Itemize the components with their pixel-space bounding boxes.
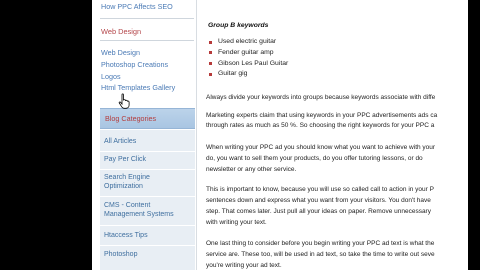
sidebar-link-html-templates-gallery[interactable]: Html Templates Gallery	[101, 83, 175, 92]
paragraph-line: service are. These too, will be used in …	[206, 251, 435, 258]
category-divider	[100, 225, 195, 226]
paragraph-line: with writing your text.	[206, 219, 267, 226]
sidebar-link-how-ppc-affects-seo[interactable]: How PPC Affects SEO	[101, 2, 173, 11]
paragraph-line: This is important to know, because you w…	[206, 186, 434, 193]
blog-categories-header: Blog Categories	[100, 108, 195, 129]
hand-pointer-icon	[118, 93, 130, 109]
keyword-item: Gibson Les Paul Guitar	[208, 60, 288, 71]
paragraph-line: One last thing to consider before you be…	[206, 240, 435, 247]
sidebar-link-logos[interactable]: Logos	[101, 72, 121, 81]
category-all-articles[interactable]: All Articles	[104, 138, 194, 147]
blog-categories-label: Blog Categories	[105, 114, 157, 123]
paragraph-line: Always divide your keywords into groups …	[206, 94, 436, 101]
sidebar-divider	[100, 18, 194, 19]
article-content: Group B keywords Used electric guitar Fe…	[206, 0, 468, 270]
sidebar: How PPC Affects SEO Web Design Web Desig…	[92, 0, 197, 270]
keyword-list: Used electric guitar Fender guitar amp G…	[208, 38, 288, 81]
paragraph-line: Marketing experts claim that using keywo…	[206, 112, 438, 119]
category-list: All Articles Pay Per Click Search Engine…	[100, 130, 195, 270]
sidebar-link-web-design[interactable]: Web Design	[101, 48, 140, 57]
paragraph-line: When writing your PPC ad you should know…	[206, 144, 436, 151]
category-divider	[100, 169, 195, 170]
category-search-engine-optimization[interactable]: Search Engine Optimization	[104, 174, 194, 191]
sidebar-heading-web-design[interactable]: Web Design	[101, 27, 141, 36]
category-divider	[100, 245, 195, 246]
category-divider	[100, 151, 195, 152]
paragraph-line: sentences down and express what you want…	[206, 197, 431, 204]
paragraph-line: you're writing your ad text.	[206, 262, 282, 269]
category-cms[interactable]: CMS - Content Management Systems	[104, 202, 194, 219]
category-photoshop[interactable]: Photoshop	[104, 251, 194, 260]
keyword-item: Guitar gig	[208, 70, 288, 81]
keyword-item: Fender guitar amp	[208, 49, 288, 60]
paragraph-line: newsletter or any other service.	[206, 166, 297, 173]
group-b-keywords-title: Group B keywords	[208, 22, 269, 29]
keyword-item: Used electric guitar	[208, 38, 288, 49]
sidebar-divider	[100, 40, 194, 41]
paragraph-line: through rates as much as 50 %. So choosi…	[206, 122, 435, 129]
category-pay-per-click[interactable]: Pay Per Click	[104, 156, 194, 165]
paragraph-line: do, you want to sell them your products,…	[206, 155, 423, 162]
web-page: How PPC Affects SEO Web Design Web Desig…	[92, 0, 468, 270]
category-divider	[100, 196, 195, 197]
sidebar-link-photoshop-creations[interactable]: Photoshop Creations	[101, 60, 168, 69]
category-htaccess-tips[interactable]: Htaccess Tips	[104, 232, 194, 241]
paragraph-line: step. That comes later. Just pull all yo…	[206, 208, 431, 215]
